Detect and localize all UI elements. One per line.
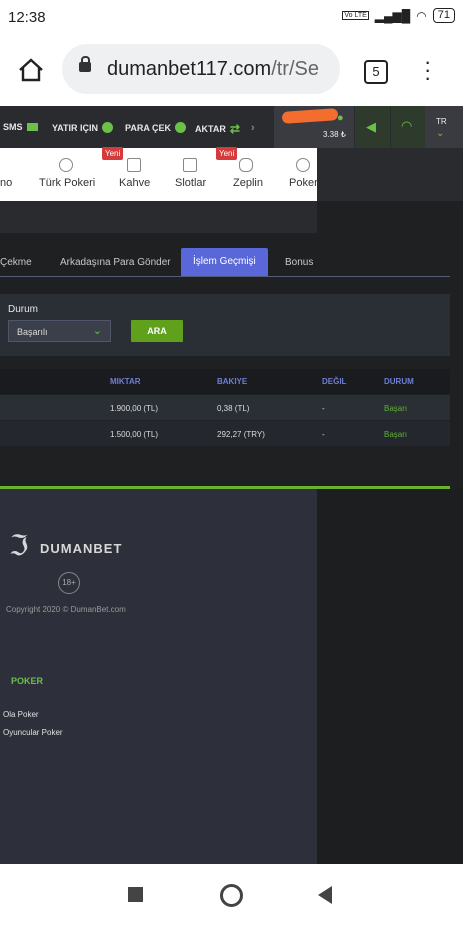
status-icons: Vo LTE ▂▄▆█ ◠ 71 bbox=[342, 8, 455, 23]
nav-transfer[interactable]: AKTAR ⇄ bbox=[195, 122, 240, 136]
col-other: DEĞIL bbox=[322, 377, 347, 386]
poker-section-title: POKER bbox=[11, 676, 44, 686]
recents-icon[interactable] bbox=[128, 887, 143, 902]
footer-brand: DUMANBET bbox=[40, 541, 123, 556]
status-time: 12:38 bbox=[8, 9, 46, 26]
poker-chip-icon bbox=[296, 158, 310, 172]
row-amount: 1.900,00 (TL) bbox=[110, 404, 159, 413]
row-status: Başarı bbox=[384, 430, 408, 439]
games-menu-overflow bbox=[317, 148, 463, 201]
language-label: TR bbox=[436, 117, 447, 126]
nav-deposit[interactable]: YATIR IÇIN bbox=[52, 122, 114, 133]
status-select-value: Başarılı bbox=[17, 327, 48, 337]
footer-link-ola-poker[interactable]: Ola Poker bbox=[3, 710, 39, 719]
filter-panel: Durum Başarılı ⌄ ARA bbox=[0, 294, 450, 356]
wifi-icon: ◠ bbox=[416, 8, 427, 23]
new-badge: Yeni bbox=[216, 147, 238, 160]
volte-icon: Vo LTE bbox=[342, 11, 369, 20]
browser-toolbar: dumanbet117.com/tr/Se 5 · · · bbox=[0, 36, 463, 106]
zeppelin-icon bbox=[239, 158, 253, 172]
mail-icon bbox=[26, 123, 38, 131]
nav-scroll-arrow[interactable]: › bbox=[251, 122, 255, 134]
banner-strip bbox=[0, 201, 317, 233]
game-item-zeplin[interactable]: Zeplin bbox=[233, 177, 263, 189]
new-badge: Yeni bbox=[102, 147, 124, 160]
home-nav-icon[interactable] bbox=[220, 884, 243, 907]
footer-side bbox=[317, 489, 463, 864]
row-amount: 1.500,00 (TL) bbox=[110, 430, 159, 439]
nav-sms[interactable]: SMS bbox=[3, 122, 38, 132]
row-balance: 0,38 (TL) bbox=[217, 404, 250, 413]
game-item-turk-pokeri[interactable]: Türk Pokeri bbox=[39, 177, 95, 189]
copyright-text: Copyright 2020 © DumanBet.com bbox=[6, 605, 126, 614]
tab-withdraw[interactable]: Çekme bbox=[0, 257, 32, 268]
nav-withdraw-label: PARA ÇEK bbox=[125, 122, 172, 133]
status-select[interactable]: Başarılı ⌄ bbox=[8, 320, 111, 342]
plus-icon bbox=[102, 122, 114, 133]
battery-icon: 71 bbox=[432, 8, 455, 23]
table-header: MIKTAR BAKIYE DEĞIL DURUM bbox=[0, 369, 450, 394]
tab-switcher-button[interactable]: 5 bbox=[364, 60, 388, 84]
row-other: - bbox=[322, 404, 325, 413]
nav-withdraw[interactable]: PARA ÇEK bbox=[125, 122, 187, 133]
language-selector[interactable]: TR ⌄ bbox=[425, 106, 463, 148]
home-icon[interactable] bbox=[18, 58, 44, 82]
transfer-icon: ⇄ bbox=[229, 122, 240, 136]
game-item-slotlar[interactable]: Slotlar bbox=[175, 177, 206, 189]
coffee-icon bbox=[127, 158, 141, 172]
redaction-mark bbox=[281, 108, 339, 124]
nav-transfer-label: AKTAR bbox=[195, 124, 226, 134]
table-row: 1.500,00 (TL) 292,27 (TRY) - Başarı bbox=[0, 421, 450, 446]
announcements-button[interactable]: ◀ bbox=[355, 106, 390, 148]
account-tabs: Çekme Arkadaşına Para Gönder İşlem Geçmi… bbox=[0, 248, 450, 277]
megaphone-icon: ◀ bbox=[366, 119, 376, 134]
chevron-down-icon: ⌄ bbox=[436, 128, 445, 139]
game-item-poker[interactable]: Poker bbox=[289, 177, 318, 189]
row-other: - bbox=[322, 430, 325, 439]
site-footer: ℑ DUMANBET 18+ Copyright 2020 © DumanBet… bbox=[0, 489, 317, 864]
tab-transaction-history[interactable]: İşlem Geçmişi bbox=[181, 248, 268, 276]
dumanbet-logo-icon: ℑ bbox=[9, 530, 29, 561]
minus-icon bbox=[175, 122, 187, 133]
slot-icon bbox=[183, 158, 197, 172]
nav-deposit-label: YATIR IÇIN bbox=[52, 122, 99, 133]
games-menu: no Türk Pokeri Yeni Kahve Slotlar Yeni Z… bbox=[0, 147, 318, 201]
url-text: dumanbet117.com/tr/Se bbox=[107, 58, 319, 80]
nav-sms-label: SMS bbox=[3, 122, 23, 132]
status-bar: 12:38 Vo LTE ▂▄▆█ ◠ 71 bbox=[0, 0, 463, 36]
chevron-down-icon: ⌄ bbox=[92, 325, 102, 337]
age-restriction-badge: 18+ bbox=[58, 572, 80, 594]
lock-icon bbox=[79, 56, 91, 72]
search-button[interactable]: ARA bbox=[131, 320, 183, 342]
user-balance-box[interactable]: ● 3.38 ₺ bbox=[274, 106, 354, 148]
signal-icon: ▂▄▆█ bbox=[374, 8, 411, 23]
android-nav-bar bbox=[0, 864, 463, 926]
headset-icon: ◠ bbox=[401, 118, 413, 133]
address-bar[interactable]: dumanbet117.com/tr/Se bbox=[62, 44, 340, 94]
menu-icon[interactable]: · · · bbox=[424, 51, 431, 89]
col-amount: MIKTAR bbox=[110, 377, 141, 386]
tab-send-to-friend[interactable]: Arkadaşına Para Gönder bbox=[60, 257, 171, 268]
col-status: DURUM bbox=[384, 377, 414, 386]
game-item-kahve[interactable]: Kahve bbox=[119, 177, 150, 189]
col-balance: BAKIYE bbox=[217, 377, 248, 386]
back-icon[interactable] bbox=[318, 886, 332, 904]
user-icon: ● bbox=[337, 112, 344, 124]
support-button[interactable]: ◠ bbox=[391, 106, 425, 148]
balance-value: 3.38 ₺ bbox=[323, 130, 346, 139]
tab-bonus[interactable]: Bonus bbox=[285, 257, 313, 268]
footer-link-oyuncular-poker[interactable]: Oyuncular Poker bbox=[3, 728, 63, 737]
status-filter-label: Durum bbox=[8, 304, 39, 315]
turk-poker-icon bbox=[59, 158, 73, 172]
game-item-casino[interactable]: no bbox=[0, 177, 12, 189]
table-row: 1.900,00 (TL) 0,38 (TL) - Başarı bbox=[0, 395, 450, 420]
row-status: Başarı bbox=[384, 404, 408, 413]
row-balance: 292,27 (TRY) bbox=[217, 430, 265, 439]
